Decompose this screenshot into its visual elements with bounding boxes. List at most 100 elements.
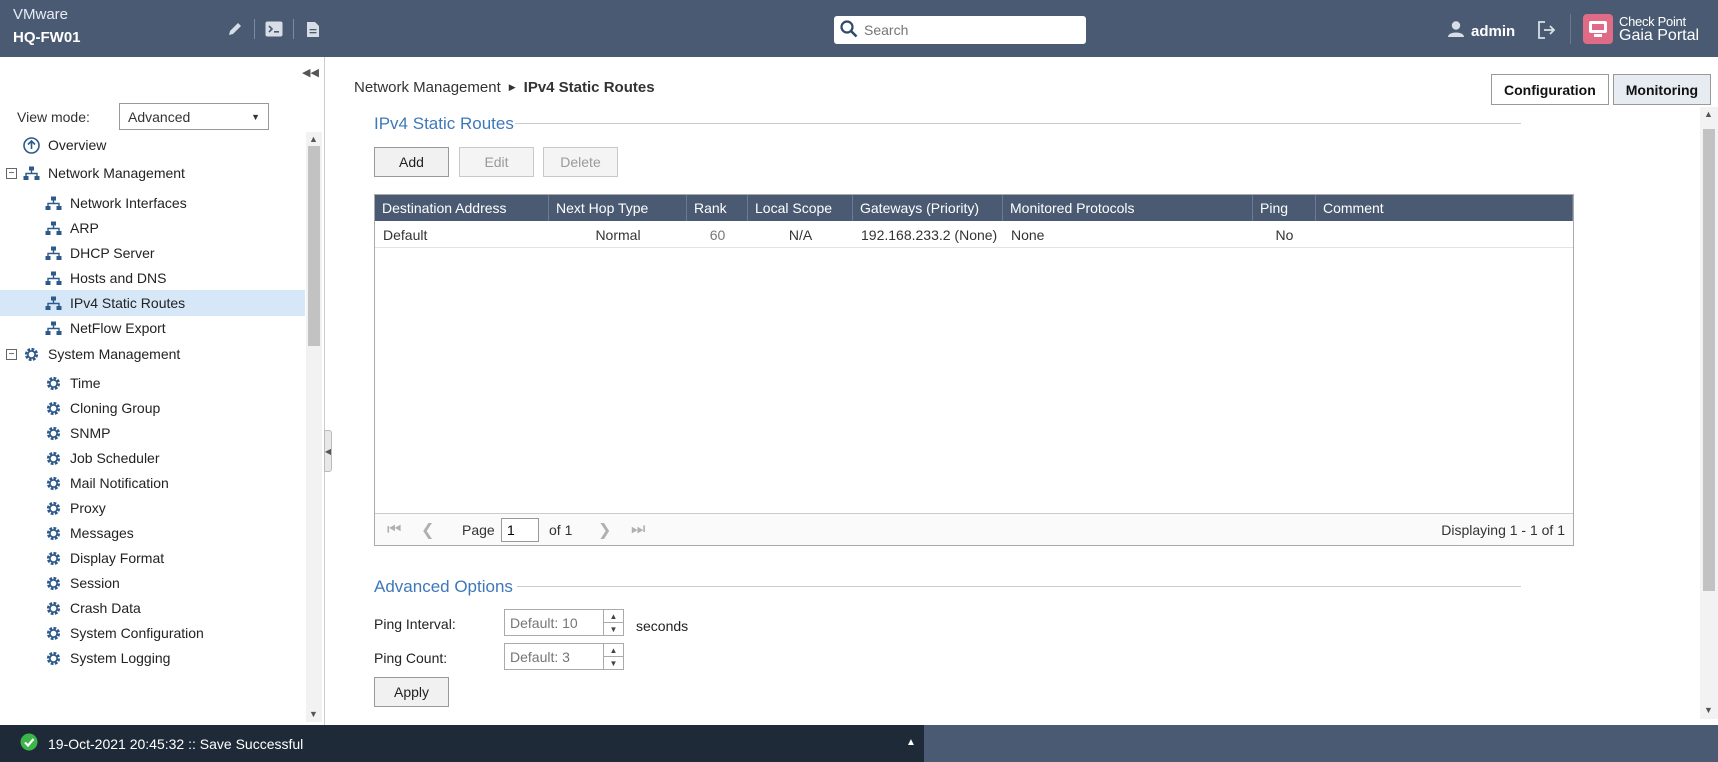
sidebar-item-hosts-and-dns[interactable]: Hosts and DNS [0, 265, 305, 291]
terminal-icon[interactable] [263, 18, 285, 40]
sidebar-item-label: Display Format [70, 550, 165, 566]
ping-interval-stepper[interactable]: ▲ ▼ [504, 609, 624, 636]
mode-switch: Configuration Monitoring [1491, 74, 1712, 105]
column-header[interactable]: Local Scope [748, 195, 853, 221]
sidebar-item-network-management[interactable]: − Network Management [0, 160, 305, 186]
page-label: Page [462, 522, 495, 538]
header-divider [254, 19, 255, 39]
sidebar-item-session[interactable]: Session [0, 570, 305, 596]
chevron-right-icon: ▶ [508, 82, 516, 92]
main-scrollbar[interactable]: ▲ ▼ [1700, 107, 1718, 719]
monitoring-button[interactable]: Monitoring [1612, 74, 1712, 105]
sidebar-item-ipv4-static-routes[interactable]: IPv4 Static Routes [0, 290, 305, 316]
sidebar-item-snmp[interactable]: SNMP [0, 420, 305, 446]
main-content: Network Management ▶ IPv4 Static Routes … [330, 57, 1718, 725]
collapse-sidebar-icon[interactable]: ◀◀ [302, 66, 319, 79]
table-cell: Default [383, 226, 428, 243]
sidebar-item-cloning-group[interactable]: Cloning Group [0, 395, 305, 421]
expand-status-icon[interactable]: ▲ [906, 737, 916, 748]
column-header[interactable]: Rank [687, 195, 748, 221]
edit-button[interactable]: Edit [459, 147, 534, 177]
sidebar-item-dhcp-server[interactable]: DHCP Server [0, 240, 305, 266]
breadcrumb-parent[interactable]: Network Management [354, 79, 501, 96]
sidebar-item-messages[interactable]: Messages [0, 520, 305, 546]
top-header: VMware HQ-FW01 admin Check Poin [0, 0, 1718, 57]
sidebar-item-job-scheduler[interactable]: Job Scheduler [0, 445, 305, 471]
configuration-button[interactable]: Configuration [1491, 74, 1609, 105]
apply-button[interactable]: Apply [374, 677, 449, 707]
column-header[interactable]: Destination Address [375, 195, 549, 221]
sidebar: ◀◀ View mode: Advanced ▼ Overview − Networ… [0, 57, 332, 725]
ping-count-label: Ping Count: [374, 650, 448, 666]
sidebar-item-arp[interactable]: ARP [0, 215, 305, 241]
search-icon [840, 19, 858, 41]
increment-icon[interactable]: ▲ [604, 644, 623, 657]
column-header[interactable]: Ping [1253, 195, 1316, 221]
ping-interval-input[interactable] [505, 610, 603, 635]
sidebar-item-time[interactable]: Time [0, 370, 305, 396]
brand-line2: Gaia Portal [1619, 27, 1700, 44]
table-cell: 60 [709, 226, 726, 243]
sidebar-item-system-management[interactable]: − System Management [0, 341, 305, 367]
scroll-up-icon[interactable]: ▲ [1704, 109, 1713, 119]
table-row[interactable]: Default Normal 60 N/A 192.168.233.2 (None) No… [375, 221, 1573, 248]
sidebar-item-mail-notification[interactable]: Mail Notification [0, 470, 305, 496]
sidebar-item-display-format[interactable]: Display Format [0, 545, 305, 571]
ping-count-stepper[interactable]: ▲ ▼ [504, 643, 624, 670]
routes-table: Destination Address Next Hop Type Rank Loca… [374, 194, 1574, 546]
pencil-icon[interactable] [224, 18, 246, 40]
scroll-up-icon[interactable]: ▲ [309, 134, 318, 144]
network-icon [44, 244, 62, 262]
gear-icon [44, 499, 62, 517]
ping-count-input[interactable] [505, 644, 603, 669]
scroll-down-icon[interactable]: ▼ [1704, 705, 1713, 715]
sidebar-item-netflow-export[interactable]: NetFlow Export [0, 315, 305, 341]
decrement-icon[interactable]: ▼ [604, 623, 623, 635]
view-mode-select[interactable]: Advanced ▼ [119, 103, 269, 130]
decrement-icon[interactable]: ▼ [604, 657, 623, 669]
main-scroll-thumb[interactable] [1703, 129, 1715, 591]
document-icon[interactable] [302, 18, 324, 40]
status-right-area [924, 725, 1718, 762]
next-page-icon[interactable]: ❯ [598, 514, 611, 546]
sidebar-item-label: ARP [70, 220, 99, 236]
sidebar-scrollbar[interactable]: ▲ ▼ [306, 132, 322, 722]
page-input[interactable] [501, 518, 539, 542]
sidebar-item-system-configuration[interactable]: System Configuration [0, 620, 305, 646]
sidebar-item-overview[interactable]: Overview [0, 132, 305, 158]
sidebar-item-crash-data[interactable]: Crash Data [0, 595, 305, 621]
sidebar-item-label: IPv4 Static Routes [70, 295, 186, 311]
column-header[interactable]: Comment [1316, 195, 1573, 221]
add-button[interactable]: Add [374, 147, 449, 177]
gear-icon [44, 649, 62, 667]
delete-button[interactable]: Delete [543, 147, 618, 177]
search-box[interactable] [834, 16, 1086, 44]
last-page-icon[interactable]: ⏭ [631, 514, 645, 546]
sidebar-item-label: Network Interfaces [70, 195, 187, 211]
sidebar-item-label: Job Scheduler [70, 450, 160, 466]
sidebar-item-system-logging[interactable]: System Logging [0, 645, 305, 671]
first-page-icon[interactable]: ⏮ [387, 514, 401, 546]
section-divider [517, 586, 1521, 587]
scroll-down-icon[interactable]: ▼ [309, 709, 318, 719]
logout-icon[interactable] [1537, 21, 1557, 42]
sidebar-item-network-interfaces[interactable]: Network Interfaces [0, 190, 305, 216]
status-bar: 19-Oct-2021 20:45:32 :: Save Successful … [0, 725, 1718, 762]
search-input[interactable] [864, 22, 1074, 38]
user-menu[interactable]: admin [1447, 20, 1515, 42]
gear-icon [44, 549, 62, 567]
gear-icon [44, 424, 62, 442]
column-header[interactable]: Monitored Protocols [1003, 195, 1253, 221]
view-mode-label: View mode: [17, 108, 90, 125]
username: admin [1471, 22, 1516, 40]
sidebar-item-proxy[interactable]: Proxy [0, 495, 305, 521]
sidebar-scroll-thumb[interactable] [308, 146, 320, 346]
collapse-toggle-icon[interactable]: − [6, 167, 17, 179]
increment-icon[interactable]: ▲ [604, 610, 623, 623]
collapse-toggle-icon[interactable]: − [6, 348, 17, 360]
gear-icon [44, 524, 62, 542]
column-header[interactable]: Gateways (Priority) [853, 195, 1003, 221]
prev-page-icon[interactable]: ❮ [421, 514, 434, 546]
column-header[interactable]: Next Hop Type [549, 195, 687, 221]
sidebar-item-label: Session [70, 575, 120, 591]
